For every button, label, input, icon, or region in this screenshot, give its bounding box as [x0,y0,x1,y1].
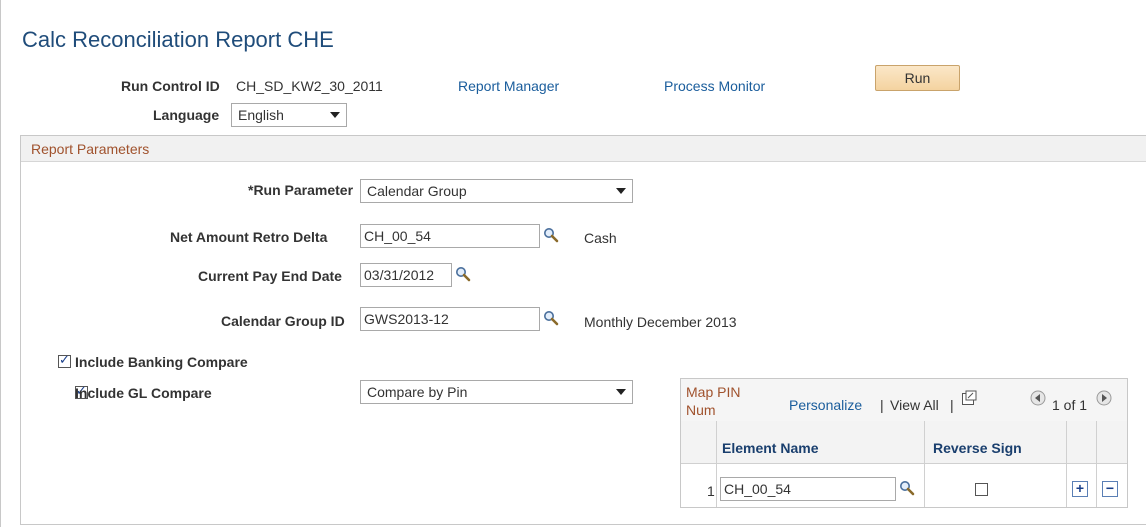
map-pin-title-line1: Map PIN [686,384,741,400]
column-header-element-name[interactable]: Element Name [722,440,818,456]
previous-icon[interactable] [1030,390,1046,406]
run-control-id-value: CH_SD_KW2_30_2011 [236,78,383,94]
divider [1066,421,1067,507]
calendar-group-description: Monthly December 2013 [584,314,737,330]
net-amount-description: Cash [584,230,617,246]
next-icon[interactable] [1096,390,1112,406]
calendar-group-id-label: Calendar Group ID [221,313,345,329]
calendar-group-id-input[interactable]: GWS2013-12 [360,307,540,331]
language-select-value: English [238,107,284,123]
map-pin-title-line2: Num [686,402,716,418]
separator: | [950,397,954,413]
page-title: Calc Reconciliation Report CHE [22,27,334,52]
search-icon[interactable] [455,266,471,282]
net-amount-retro-delta-input[interactable]: CH_00_54 [360,224,540,248]
chevron-down-icon [616,389,626,395]
report-manager-link[interactable]: Report Manager [458,78,559,94]
add-row-button[interactable]: + [1072,481,1088,497]
run-parameter-label: *Run Parameter [248,182,354,198]
run-parameter-value: Calendar Group [367,183,467,199]
chevron-down-icon [616,188,626,194]
row-number: 1 [707,483,715,499]
divider [924,421,925,507]
current-pay-end-date-label: Current Pay End Date [198,268,342,284]
include-gl-compare-label: Include GL Compare [75,385,212,401]
run-parameter-select[interactable]: Calendar Group [360,179,633,203]
search-icon[interactable] [543,310,559,326]
run-button[interactable]: Run [875,65,960,91]
new-window-icon[interactable] [961,390,977,406]
search-icon[interactable] [899,480,915,496]
current-pay-end-date-input[interactable]: 03/31/2012 [360,263,452,287]
run-control-id-label: Run Control ID [121,78,220,94]
separator: | [880,397,884,413]
report-parameters-header: Report Parameters [21,136,1146,162]
column-header-reverse-sign[interactable]: Reverse Sign [933,440,1022,456]
language-select[interactable]: English [231,103,347,127]
compare-method-select[interactable]: Compare by Pin [360,380,633,404]
element-name-input[interactable]: CH_00_54 [720,477,896,501]
compare-method-value: Compare by Pin [367,384,468,400]
map-pin-grid-title: Map PIN Num [686,383,740,419]
personalize-link[interactable]: Personalize [789,397,862,413]
divider [716,421,717,507]
include-banking-compare-label: Include Banking Compare [75,354,248,370]
process-monitor-link[interactable]: Process Monitor [664,78,765,94]
reverse-sign-checkbox[interactable] [974,483,988,496]
chevron-down-icon [330,112,340,118]
include-banking-compare-checkbox[interactable] [58,352,71,368]
view-all-link[interactable]: View All [890,397,939,413]
delete-row-button[interactable]: − [1102,481,1118,497]
pager-text: 1 of 1 [1052,397,1088,413]
divider [1096,421,1097,507]
search-icon[interactable] [543,227,559,243]
net-amount-retro-delta-label: Net Amount Retro Delta [170,229,328,245]
language-label: Language [153,107,220,123]
